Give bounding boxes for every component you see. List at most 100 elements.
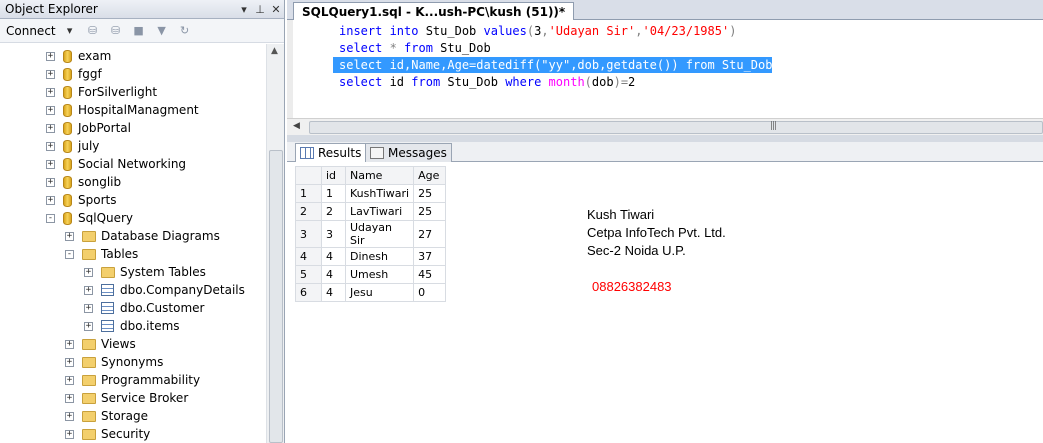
expand-icon[interactable]: + — [65, 231, 74, 241]
tree-node-storage[interactable]: + Storage — [65, 407, 148, 425]
tree-node-hospitalmanagment[interactable]: + HospitalManagment — [46, 101, 199, 119]
expand-icon[interactable]: + — [46, 141, 55, 151]
tree-node-exam[interactable]: + exam — [46, 47, 111, 65]
table-cell[interactable]: 4 — [321, 283, 346, 302]
column-header-name[interactable]: Name — [344, 166, 415, 185]
expand-icon[interactable]: + — [46, 51, 55, 61]
expand-icon[interactable]: + — [84, 285, 93, 295]
editor-horizontal-scrollbar[interactable]: ◀ ||| — [287, 118, 1043, 135]
row-number[interactable]: 1 — [295, 184, 322, 203]
tree-node-security[interactable]: + Security — [65, 425, 150, 443]
table-cell[interactable]: 25 — [413, 184, 447, 203]
tree-node-july[interactable]: + july — [46, 137, 99, 155]
expand-icon[interactable]: + — [46, 105, 55, 115]
expand-icon[interactable]: + — [46, 87, 55, 97]
disconnect-icon[interactable]: ⛁ — [108, 23, 124, 39]
expand-icon[interactable]: + — [46, 177, 55, 187]
column-header-id[interactable]: id — [321, 166, 346, 185]
row-number[interactable]: 4 — [295, 247, 322, 266]
expand-icon[interactable]: + — [65, 429, 74, 439]
table-row[interactable]: 2 2 LavTiwari 25 — [295, 202, 447, 221]
table-row[interactable]: 1 1 KushTiwari 25 — [295, 184, 447, 203]
table-cell[interactable]: 27 — [413, 220, 447, 248]
query-tab[interactable]: SQLQuery1.sql - K...ush-PC\kush (51))* — [293, 2, 575, 20]
connect-dropdown-icon[interactable]: ▾ — [62, 23, 78, 39]
expand-icon[interactable]: + — [84, 303, 93, 313]
table-cell[interactable]: Dinesh — [344, 247, 415, 266]
table-cell[interactable]: 4 — [321, 265, 346, 284]
connect-db-icon[interactable]: ⛁ — [85, 23, 101, 39]
table-row[interactable]: 6 4 Jesu 0 — [295, 283, 447, 302]
tree-vertical-scrollbar[interactable]: ▲ — [266, 44, 284, 443]
expand-icon[interactable]: + — [46, 123, 55, 133]
table-cell[interactable]: 2 — [321, 202, 346, 221]
tree-node-synonyms[interactable]: + Synonyms — [65, 353, 163, 371]
collapse-icon[interactable]: - — [65, 249, 74, 259]
table-cell[interactable]: Jesu — [344, 283, 415, 302]
tree-node-system-tables[interactable]: + System Tables — [84, 263, 206, 281]
row-number[interactable]: 6 — [295, 283, 322, 302]
expand-icon[interactable]: + — [84, 267, 93, 277]
tree-node-social-networking[interactable]: + Social Networking — [46, 155, 186, 173]
tree-node-jobportal[interactable]: + JobPortal — [46, 119, 131, 137]
expand-icon[interactable]: + — [84, 321, 93, 331]
sql-code-editor[interactable]: insert into Stu_Dob values(3,'Udayan Sir… — [287, 20, 1043, 118]
dropdown-arrow-icon[interactable]: ▾ — [236, 3, 252, 16]
pane-splitter[interactable] — [287, 135, 1043, 142]
table-cell[interactable]: 25 — [413, 202, 447, 221]
table-cell[interactable]: 1 — [321, 184, 346, 203]
table-cell[interactable]: Umesh — [344, 265, 415, 284]
row-number[interactable]: 3 — [295, 220, 322, 248]
refresh-icon[interactable]: ↻ — [177, 23, 193, 39]
table-row[interactable]: 5 4 Umesh 45 — [295, 265, 447, 284]
expand-icon[interactable]: + — [65, 357, 74, 367]
scrollbar-thumb[interactable]: ||| — [309, 121, 1043, 134]
grid-corner[interactable] — [295, 166, 322, 185]
scroll-up-arrow-icon[interactable]: ▲ — [271, 46, 278, 56]
stop-icon[interactable]: ■ — [131, 23, 147, 39]
tab-messages[interactable]: Messages — [365, 143, 452, 162]
tree-node-tables[interactable]: - Tables — [65, 245, 138, 263]
row-number[interactable]: 2 — [295, 202, 322, 221]
scroll-left-arrow-icon[interactable]: ◀ — [293, 121, 300, 131]
collapse-icon[interactable]: - — [46, 213, 55, 223]
tree-node-forsilverlight[interactable]: + ForSilverlight — [46, 83, 157, 101]
expand-icon[interactable]: + — [65, 375, 74, 385]
tree-node-fggf[interactable]: + fggf — [46, 65, 102, 83]
table-cell[interactable]: 37 — [413, 247, 447, 266]
filter-icon[interactable]: ▼ — [154, 23, 170, 39]
connect-button[interactable]: Connect — [6, 24, 56, 38]
table-cell[interactable]: Udayan Sir — [344, 220, 415, 248]
table-row[interactable]: 3 3 Udayan Sir 27 — [295, 220, 447, 248]
table-cell[interactable]: KushTiwari — [344, 184, 415, 203]
row-number[interactable]: 5 — [295, 265, 322, 284]
tree-node-songlib[interactable]: + songlib — [46, 173, 121, 191]
tab-results[interactable]: Results — [295, 143, 367, 162]
tree-node-dbo-customer[interactable]: + dbo.Customer — [84, 299, 204, 317]
scrollbar-thumb[interactable] — [269, 150, 283, 443]
tree-node-programmability[interactable]: + Programmability — [65, 371, 200, 389]
table-cell[interactable]: 45 — [413, 265, 447, 284]
tree-node-service-broker[interactable]: + Service Broker — [65, 389, 188, 407]
expand-icon[interactable]: + — [46, 69, 55, 79]
pin-icon[interactable]: ⊥ — [252, 3, 268, 16]
code-token: ( — [526, 24, 535, 38]
column-header-age[interactable]: Age — [413, 166, 447, 185]
tree-node-dbo-items[interactable]: + dbo.items — [84, 317, 180, 335]
table-row[interactable]: 4 4 Dinesh 37 — [295, 247, 447, 266]
tree-node-sports[interactable]: + Sports — [46, 191, 116, 209]
tree-node-views[interactable]: + Views — [65, 335, 136, 353]
expand-icon[interactable]: + — [65, 393, 74, 403]
tree-node-sqlquery[interactable]: - SqlQuery — [46, 209, 133, 227]
table-cell[interactable]: 4 — [321, 247, 346, 266]
expand-icon[interactable]: + — [46, 159, 55, 169]
table-cell[interactable]: LavTiwari — [344, 202, 415, 221]
expand-icon[interactable]: + — [65, 411, 74, 421]
expand-icon[interactable]: + — [46, 195, 55, 205]
expand-icon[interactable]: + — [65, 339, 74, 349]
tree-node-dbo-companydetails[interactable]: + dbo.CompanyDetails — [84, 281, 245, 299]
table-cell[interactable]: 0 — [413, 283, 447, 302]
tree-node-database-diagrams[interactable]: + Database Diagrams — [65, 227, 220, 245]
table-cell[interactable]: 3 — [321, 220, 346, 248]
close-icon[interactable]: ✕ — [268, 3, 284, 16]
